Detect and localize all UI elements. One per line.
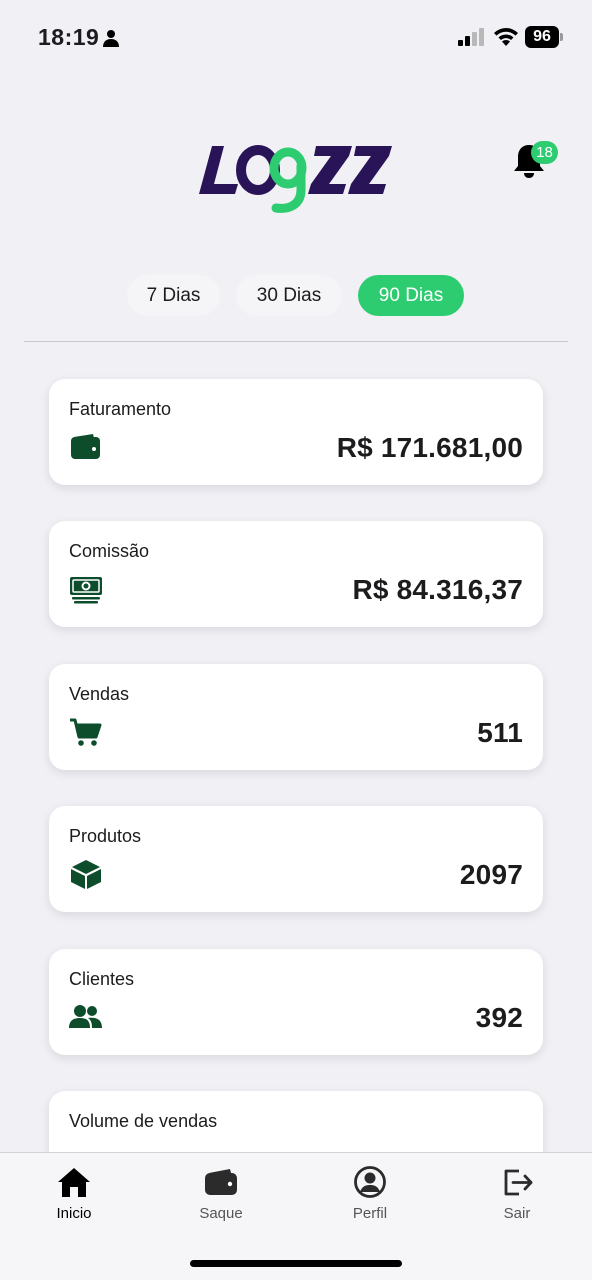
period-tabs: 7 Dias 30 Dias 90 Dias	[0, 275, 592, 316]
wallet-icon	[205, 1169, 237, 1195]
nav-inicio[interactable]: Inicio	[24, 1165, 124, 1225]
card-label: Faturamento	[69, 399, 172, 419]
card-label: Comissão	[69, 541, 150, 561]
card-value: 392	[475, 1002, 523, 1033]
users-icon	[69, 1005, 102, 1028]
nav-label: Perfil	[352, 1205, 388, 1222]
card-vendas: Vendas 511	[49, 664, 543, 770]
card-faturamento: Faturamento R$ 171.681,00	[49, 379, 543, 485]
cellular-signal-icon	[458, 28, 484, 46]
home-icon	[58, 1168, 90, 1197]
card-clientes: Clientes 392	[49, 949, 543, 1055]
card-label: Produtos	[69, 826, 142, 846]
home-indicator[interactable]	[190, 1260, 402, 1267]
battery-tip	[560, 33, 563, 41]
card-label: Volume de vendas	[69, 1111, 218, 1131]
tab-90-dias[interactable]: 90 Dias	[358, 275, 464, 316]
card-label: Clientes	[69, 969, 135, 989]
card-value: 511	[477, 717, 523, 748]
logzz-logo	[199, 145, 392, 213]
money-icon	[70, 577, 102, 604]
divider	[24, 341, 568, 342]
profile-icon	[354, 1166, 386, 1198]
tab-7-dias[interactable]: 7 Dias	[127, 275, 220, 316]
nav-label: Saque	[199, 1205, 243, 1222]
wifi-icon	[494, 28, 518, 46]
card-value: 2097	[459, 859, 523, 890]
cart-icon	[70, 718, 102, 746]
card-value: R$ 84.316,37	[352, 574, 523, 605]
card-value: R$ 171.681,00	[336, 432, 523, 463]
tab-30-dias[interactable]: 30 Dias	[236, 275, 342, 316]
nav-perfil[interactable]: Perfil	[320, 1165, 420, 1225]
wallet-icon	[71, 434, 100, 459]
nav-label: Sair	[503, 1205, 531, 1222]
box-icon	[71, 860, 101, 889]
card-produtos: Produtos 2097	[49, 806, 543, 912]
nav-sair[interactable]: Sair	[467, 1165, 567, 1225]
nav-label: Inicio	[56, 1205, 92, 1222]
card-comissao: Comissão R$ 84.316,37	[49, 521, 543, 627]
battery-indicator: 96	[525, 26, 563, 48]
logout-icon	[504, 1169, 533, 1196]
person-icon	[103, 30, 119, 47]
notification-count-badge: 18	[531, 141, 558, 164]
card-label: Vendas	[69, 684, 130, 704]
status-time: 18:19	[38, 24, 100, 50]
nav-saque[interactable]: Saque	[171, 1165, 271, 1225]
battery-level: 96	[525, 26, 559, 48]
status-bar: 18:19 96	[0, 0, 592, 76]
